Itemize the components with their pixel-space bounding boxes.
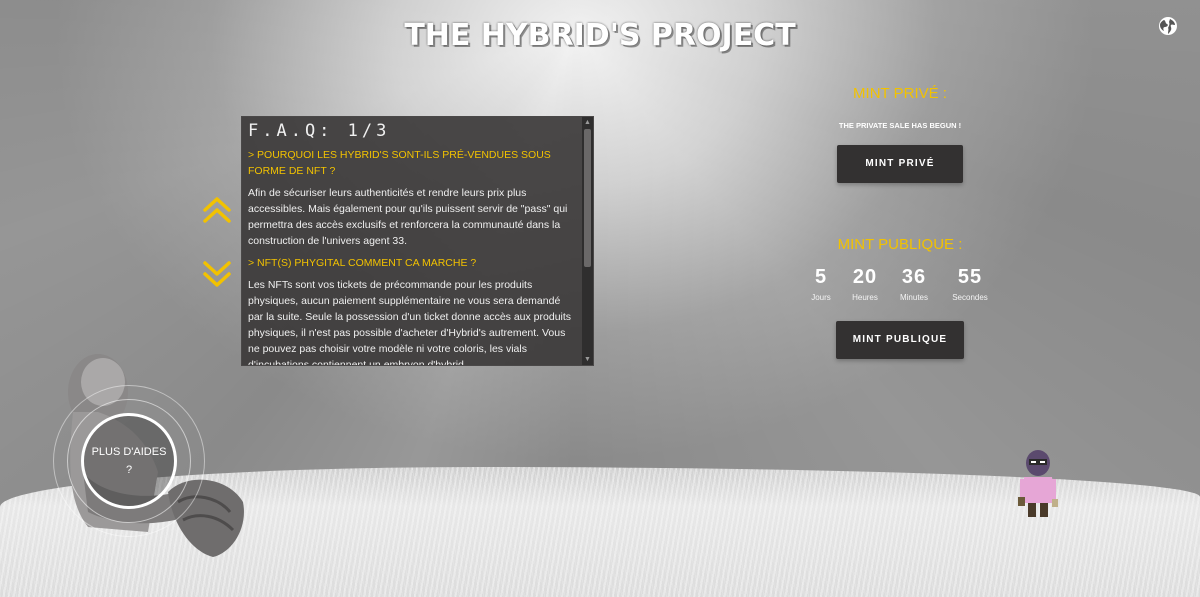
faq-question: > NFT(S) PHYGITAL COMMENT CA MARCHE ? (248, 257, 477, 269)
countdown-days: 5 Jours (797, 266, 845, 302)
countdown-label: Minutes (899, 293, 928, 302)
chevron-down-icon[interactable] (200, 257, 234, 291)
countdown-label: Jours (811, 293, 831, 302)
faq-title: F.A.Q: 1/3 (248, 121, 391, 141)
globe-icon[interactable] (1158, 16, 1178, 36)
faq-question: > POURQUOI LES HYBRID'S SONT-ILS PRÉ-VEN… (248, 149, 551, 177)
hybrid-character-image (1014, 447, 1062, 523)
faq-scrollbar[interactable]: ▲ ▼ (582, 117, 593, 365)
scroll-thumb[interactable] (584, 129, 591, 267)
countdown-timer: 5 Jours 20 Heures 36 Minutes 55 Secondes (805, 266, 995, 310)
help-label: PLUS D'AIDES ? (91, 446, 167, 476)
scroll-down-arrow-icon[interactable]: ▼ (582, 354, 593, 365)
faq-panel[interactable]: F.A.Q: 1/3 > POURQUOI LES HYBRID'S SONT-… (241, 116, 594, 366)
countdown-minutes: 36 Minutes (890, 266, 938, 302)
countdown-value: 55 (957, 266, 983, 288)
mint-public-heading: MINT PUBLIQUE : (837, 236, 963, 253)
countdown-seconds: 55 Secondes (946, 266, 994, 302)
scroll-up-arrow-icon[interactable]: ▲ (582, 117, 593, 128)
help-button[interactable]: PLUS D'AIDES ? (81, 413, 177, 509)
faq-answer: Les NFTs sont vos tickets de précommande… (248, 279, 572, 365)
mint-public-button[interactable]: MINT PUBLIQUE (836, 321, 964, 359)
countdown-value: 36 (901, 266, 927, 288)
countdown-value: 5 (814, 266, 828, 288)
faq-scroll-area[interactable]: F.A.Q: 1/3 > POURQUOI LES HYBRID'S SONT-… (242, 117, 582, 365)
private-sale-status: THE PRIVATE SALE HAS BEGUN ! (838, 121, 962, 130)
countdown-hours: 20 Heures (841, 266, 889, 302)
countdown-label: Secondes (952, 293, 988, 302)
chevron-up-icon[interactable] (200, 193, 234, 227)
mint-private-heading: MINT PRIVÉ : (853, 85, 947, 102)
countdown-label: Heures (852, 293, 878, 302)
mint-prive-button[interactable]: MINT PRIVÉ (837, 145, 963, 183)
countdown-value: 20 (852, 266, 878, 288)
faq-answer: Afin de sécuriser leurs authenticités et… (248, 187, 568, 247)
site-title: THE HYBRID'S PROJECT (404, 18, 796, 53)
